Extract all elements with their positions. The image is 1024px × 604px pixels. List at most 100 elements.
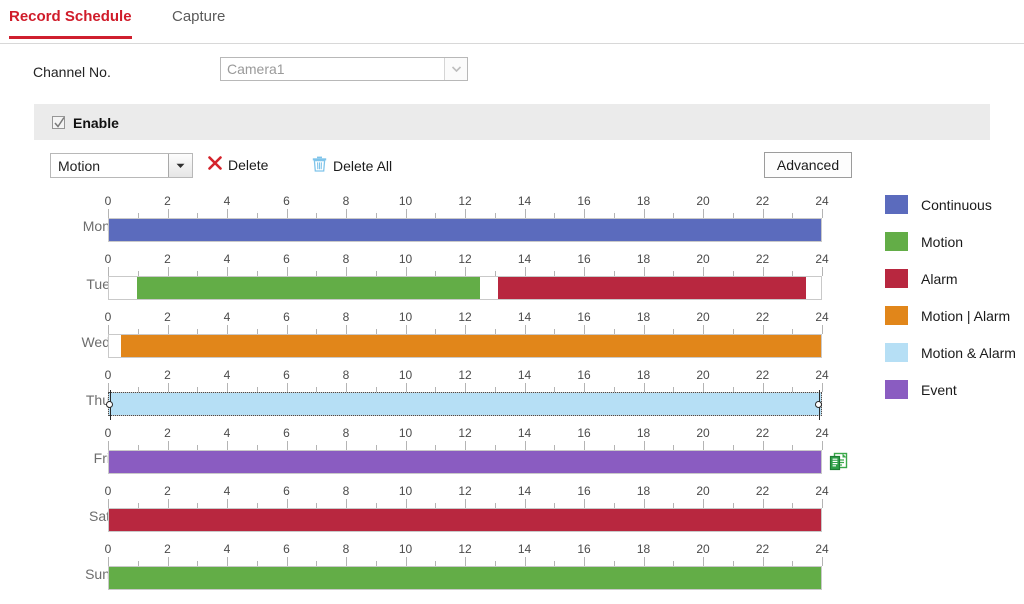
delete-all-button[interactable]: Delete All <box>312 156 392 175</box>
delete-all-button-label: Delete All <box>333 157 393 174</box>
time-axis: 0 2 4 6 8 10 12 14 16 18 20 22 24 <box>105 426 829 450</box>
axis-tick <box>524 499 526 508</box>
selection-handle-end[interactable] <box>815 390 822 420</box>
schedule-track[interactable] <box>108 276 822 300</box>
axis-tick <box>584 383 585 392</box>
axis-tick-label: 20 <box>696 426 710 440</box>
axis-tick-label: 20 <box>696 252 710 266</box>
selection-handle-start[interactable] <box>106 390 113 420</box>
schedule-track[interactable] <box>108 450 822 474</box>
delete-button[interactable]: Delete <box>208 156 268 173</box>
axis-tick-label: 24 <box>815 542 829 556</box>
schedule-track[interactable] <box>108 508 822 532</box>
schedule-row-wed[interactable]: Wed 0 2 4 6 8 10 12 14 16 18 20 22 24 <box>34 304 894 362</box>
axis-tick <box>822 383 823 392</box>
axis-tick-label: 16 <box>577 426 591 440</box>
legend-swatch <box>885 306 908 325</box>
axis-tick-label: 8 <box>342 368 350 382</box>
axis-tick-label: 14 <box>517 484 532 498</box>
axis-tick-label: 12 <box>458 426 472 440</box>
axis-tick-label: 20 <box>696 484 710 498</box>
axis-tick <box>643 441 645 450</box>
tab-capture[interactable]: Capture <box>172 8 225 36</box>
axis-tick-label: 12 <box>458 368 472 382</box>
axis-tick <box>167 325 169 334</box>
axis-tick <box>286 383 288 392</box>
axis-tick-label: 12 <box>458 252 472 266</box>
axis-tick <box>167 441 169 450</box>
axis-tick-label: 6 <box>283 484 290 498</box>
schedule-segment[interactable] <box>137 277 480 299</box>
schedule-grid[interactable]: Mon 0 2 4 6 8 10 12 14 16 18 20 22 24 Tue 0 2 4 6 8 10 12 14 16… <box>34 188 990 604</box>
axis-tick <box>822 441 823 450</box>
legend-item: Motion & Alarm <box>885 334 1020 371</box>
axis-tick <box>822 267 823 276</box>
schedule-segment[interactable] <box>120 335 821 357</box>
schedule-row-fri[interactable]: Fri 0 2 4 6 8 10 12 14 16 18 20 22 24 <box>34 420 894 478</box>
enable-checkbox[interactable] <box>52 116 65 129</box>
schedule-segment[interactable] <box>109 451 821 473</box>
legend-swatch <box>885 269 908 288</box>
legend-label: Alarm <box>921 270 958 287</box>
axis-tick-label: 8 <box>342 542 350 556</box>
axis-tick <box>108 383 109 392</box>
schedule-row-sun[interactable]: Sun 0 2 4 6 8 10 12 14 16 18 20 22 24 <box>34 536 894 594</box>
schedule-row-mon[interactable]: Mon 0 2 4 6 8 10 12 14 16 18 20 22 24 <box>34 188 894 246</box>
axis-tick <box>822 325 823 334</box>
schedule-track[interactable] <box>108 218 822 242</box>
schedule-row-tue[interactable]: Tue 0 2 4 6 8 10 12 14 16 18 20 22 24 <box>34 246 894 304</box>
axis-tick-label: 12 <box>458 194 472 208</box>
day-label: Tue <box>86 276 110 292</box>
axis-tick <box>227 209 228 218</box>
schedule-row-thu[interactable]: Thu 0 2 4 6 8 10 12 14 16 18 20 22 24 <box>34 362 894 420</box>
handle-knob[interactable] <box>815 401 822 408</box>
axis-tick <box>762 557 764 566</box>
schedule-panel: Motion Delete Delete All Advanced Mon 0 2 4… <box>34 140 990 604</box>
time-axis: 0 2 4 6 8 10 12 14 16 18 20 22 24 <box>105 252 829 276</box>
channel-select[interactable]: Camera1 <box>220 57 468 81</box>
schedule-segment[interactable] <box>497 277 807 299</box>
axis-tick-label: 10 <box>398 484 413 498</box>
axis-tick <box>524 383 526 392</box>
schedule-segment[interactable] <box>109 393 821 415</box>
axis-tick <box>762 267 764 276</box>
tab-bar: Record Schedule Capture <box>0 0 1024 44</box>
axis-tick <box>584 209 585 218</box>
legend-swatch <box>885 380 908 399</box>
tab-record-schedule-label: Record Schedule <box>9 8 132 25</box>
advanced-button[interactable]: Advanced <box>764 152 852 178</box>
axis-tick <box>524 557 526 566</box>
legend-item: Motion | Alarm <box>885 297 1020 334</box>
chevron-down-icon <box>444 58 467 80</box>
schedule-track[interactable] <box>106 390 822 420</box>
axis-tick-label: 22 <box>755 484 770 498</box>
axis-tick <box>703 557 704 566</box>
record-type-select[interactable]: Motion <box>50 153 193 178</box>
axis-tick-label: 6 <box>283 310 290 324</box>
axis-tick-label: 16 <box>577 542 591 556</box>
axis-tick <box>286 441 288 450</box>
axis-tick <box>584 557 585 566</box>
axis-tick-label: 20 <box>696 542 710 556</box>
enable-label: Enable <box>73 115 119 131</box>
legend-item: Event <box>885 371 1020 408</box>
axis-tick <box>465 499 466 508</box>
copy-to-icon[interactable] <box>829 452 849 472</box>
schedule-row-sat[interactable]: Sat 0 2 4 6 8 10 12 14 16 18 20 22 24 <box>34 478 894 536</box>
schedule-track[interactable] <box>108 566 822 590</box>
axis-tick <box>227 383 228 392</box>
tab-record-schedule[interactable]: Record Schedule <box>9 8 132 39</box>
axis-tick <box>465 441 466 450</box>
schedule-segment[interactable] <box>109 219 821 241</box>
schedule-track[interactable] <box>108 334 822 358</box>
axis-tick <box>524 325 526 334</box>
schedule-segment[interactable] <box>109 567 821 589</box>
legend-label: Motion | Alarm <box>921 307 1011 324</box>
axis-tick <box>346 267 347 276</box>
handle-knob[interactable] <box>106 401 113 408</box>
chevron-down-icon <box>168 154 192 177</box>
axis-tick <box>524 267 526 276</box>
schedule-segment[interactable] <box>109 509 821 531</box>
trash-bin-icon <box>312 156 327 175</box>
axis-tick-label: 18 <box>636 310 651 324</box>
